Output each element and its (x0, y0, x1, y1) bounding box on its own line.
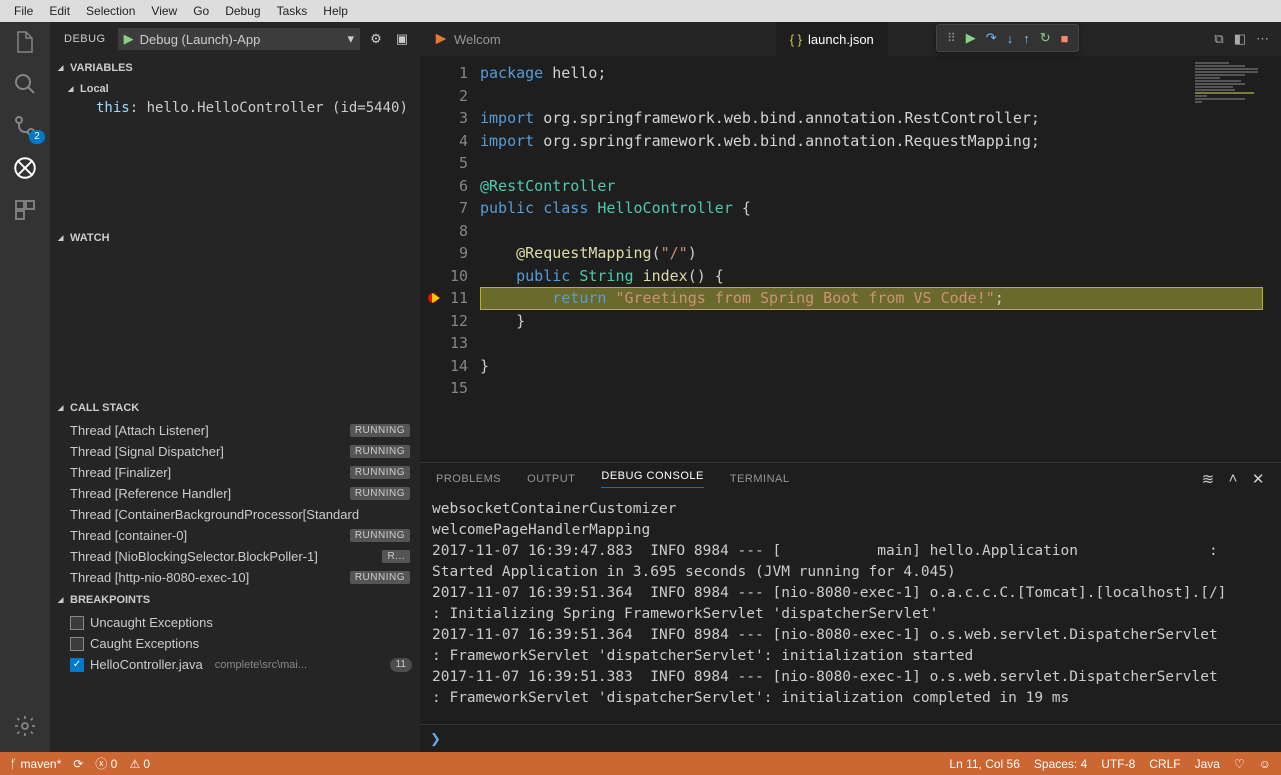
activity-bar: 2 (0, 22, 50, 752)
panel-tab-debug-console[interactable]: DEBUG CONSOLE (601, 470, 703, 488)
warnings-count[interactable]: ⚠ 0 (129, 757, 150, 771)
variables-header[interactable]: VARIABLES (50, 56, 420, 80)
debug-toolbar: DEBUG ▶ Debug (Launch)-App ▾ ⚙ ▣ (50, 22, 420, 56)
callstack-thread[interactable]: Thread [Reference Handler]RUNNING (50, 483, 420, 504)
panel-tab-output[interactable]: OUTPUT (527, 473, 575, 485)
layout-icon[interactable]: ◧ (1234, 31, 1246, 47)
start-debug-icon[interactable]: ▶ (124, 31, 134, 47)
split-editor-icon[interactable]: ⧉ (1214, 31, 1223, 47)
breakpoint-row[interactable]: Uncaught Exceptions (50, 612, 420, 633)
code-editor[interactable]: 123456789101112131415 package hello; imp… (420, 56, 1281, 462)
close-panel-icon[interactable]: ✕ (1252, 470, 1265, 488)
errors-count[interactable]: ⓧ 0 (95, 755, 117, 772)
debug-console-output[interactable]: websocketContainerCustomizer welcomePage… (420, 495, 1281, 724)
callstack-thread[interactable]: Thread [http-nio-8080-exec-10]RUNNING (50, 567, 420, 588)
vscode-logo-icon (434, 32, 448, 46)
checkbox[interactable] (70, 616, 84, 630)
tab-launch-json[interactable]: { } launch.json (776, 22, 889, 56)
git-branch[interactable]: ᚶ maven* (10, 757, 61, 771)
local-scope[interactable]: Local (50, 80, 420, 98)
debug-label: DEBUG (58, 33, 112, 45)
breakpoints-header[interactable]: BREAKPOINTS (50, 588, 420, 612)
callstack-header[interactable]: CALL STACK (50, 396, 420, 420)
menubar[interactable]: File Edit Selection View Go Debug Tasks … (0, 0, 1281, 22)
more-icon[interactable]: ⋯ (1256, 31, 1269, 47)
minimap[interactable] (1195, 62, 1279, 382)
checkbox[interactable] (70, 637, 84, 651)
debug-config-name: Debug (Launch)-App (140, 32, 342, 47)
menu-tasks[interactable]: Tasks (269, 2, 316, 20)
debug-floating-toolbar[interactable]: ⠿ ▶ ↷ ↓ ↑ ↻ ■ (936, 24, 1079, 52)
panel-tab-problems[interactable]: PROBLEMS (436, 473, 501, 485)
feedback-icon[interactable]: ♡ (1234, 757, 1245, 771)
step-into-button[interactable]: ↓ (1007, 31, 1014, 46)
callstack-thread[interactable]: Thread [NioBlockingSelector.BlockPoller-… (50, 546, 420, 567)
tab-welcome[interactable]: Welcom (420, 22, 516, 56)
tab-welcome-label: Welcom (454, 32, 501, 47)
breakpoints-section: BREAKPOINTS Uncaught ExceptionsCaught Ex… (50, 588, 420, 675)
callstack-thread[interactable]: Thread [container-0]RUNNING (50, 525, 420, 546)
watch-section: WATCH (50, 226, 420, 396)
stop-button[interactable]: ■ (1061, 31, 1069, 46)
menu-file[interactable]: File (6, 2, 41, 20)
grip-icon[interactable]: ⠿ (947, 31, 956, 45)
menu-help[interactable]: Help (315, 2, 356, 20)
tab-bar: Welcom ⠿ ▶ ↷ ↓ ↑ ↻ ■ { } launch.json ⧉ ◧… (420, 22, 1281, 56)
scm-badge: 2 (29, 130, 45, 144)
callstack-thread[interactable]: Thread [ContainerBackgroundProcessor[Sta… (50, 504, 420, 525)
continue-button[interactable]: ▶ (966, 30, 976, 46)
step-out-button[interactable]: ↑ (1023, 31, 1030, 46)
editor-area: Welcom ⠿ ▶ ↷ ↓ ↑ ↻ ■ { } launch.json ⧉ ◧… (420, 22, 1281, 752)
debug-config-dropdown[interactable]: ▶ Debug (Launch)-App ▾ (118, 28, 360, 50)
callstack-thread[interactable]: Thread [Attach Listener]RUNNING (50, 420, 420, 441)
callstack-section: CALL STACK Thread [Attach Listener]RUNNI… (50, 396, 420, 588)
sync-icon[interactable]: ⟳ (73, 757, 83, 771)
collapse-panel-icon[interactable]: ˄ (1229, 470, 1238, 488)
debug-icon[interactable] (11, 154, 39, 182)
breakpoint-row[interactable]: Caught Exceptions (50, 633, 420, 654)
eol[interactable]: CRLF (1149, 757, 1180, 771)
debug-console-input[interactable]: ❯ (420, 724, 1281, 752)
indentation[interactable]: Spaces: 4 (1034, 757, 1087, 771)
notifications-icon[interactable]: ☺ (1259, 757, 1271, 771)
menu-go[interactable]: Go (185, 2, 217, 20)
language-mode[interactable]: Java (1195, 757, 1220, 771)
menu-edit[interactable]: Edit (41, 2, 78, 20)
callstack-thread[interactable]: Thread [Finalizer]RUNNING (50, 462, 420, 483)
menu-view[interactable]: View (143, 2, 185, 20)
step-over-button[interactable]: ↷ (986, 30, 997, 46)
tab-launch-label: launch.json (808, 32, 874, 47)
restart-button[interactable]: ↻ (1040, 30, 1051, 46)
checkbox[interactable]: ✓ (70, 658, 84, 672)
callstack-thread[interactable]: Thread [Signal Dispatcher]RUNNING (50, 441, 420, 462)
settings-gear-icon[interactable] (11, 712, 39, 740)
chevron-down-icon: ▾ (347, 31, 354, 47)
menu-debug[interactable]: Debug (217, 2, 268, 20)
search-icon[interactable] (11, 70, 39, 98)
menu-selection[interactable]: Selection (78, 2, 143, 20)
clear-console-icon[interactable]: ≋ (1202, 470, 1215, 488)
watch-header[interactable]: WATCH (50, 226, 420, 250)
debug-console-icon[interactable]: ▣ (392, 31, 412, 47)
explorer-icon[interactable] (11, 28, 39, 56)
panel-tabs: PROBLEMS OUTPUT DEBUG CONSOLE TERMINAL ≋… (420, 463, 1281, 495)
json-icon: { } (790, 32, 802, 47)
variable-this[interactable]: this: hello.HelloController (id=5440) (50, 98, 420, 118)
debug-settings-icon[interactable]: ⚙ (366, 31, 386, 47)
extensions-icon[interactable] (11, 196, 39, 224)
bottom-panel: PROBLEMS OUTPUT DEBUG CONSOLE TERMINAL ≋… (420, 462, 1281, 752)
breakpoint-row[interactable]: ✓HelloController.javacomplete\src\mai...… (50, 654, 420, 675)
scm-icon[interactable]: 2 (11, 112, 39, 140)
cursor-position[interactable]: Ln 11, Col 56 (949, 757, 1020, 771)
variables-section: VARIABLES Local this: hello.HelloControl… (50, 56, 420, 226)
panel-tab-terminal[interactable]: TERMINAL (730, 473, 790, 485)
debug-sidebar: DEBUG ▶ Debug (Launch)-App ▾ ⚙ ▣ VARIABL… (50, 22, 420, 752)
encoding[interactable]: UTF-8 (1101, 757, 1135, 771)
status-bar: ᚶ maven* ⟳ ⓧ 0 ⚠ 0 Ln 11, Col 56 Spaces:… (0, 752, 1281, 775)
